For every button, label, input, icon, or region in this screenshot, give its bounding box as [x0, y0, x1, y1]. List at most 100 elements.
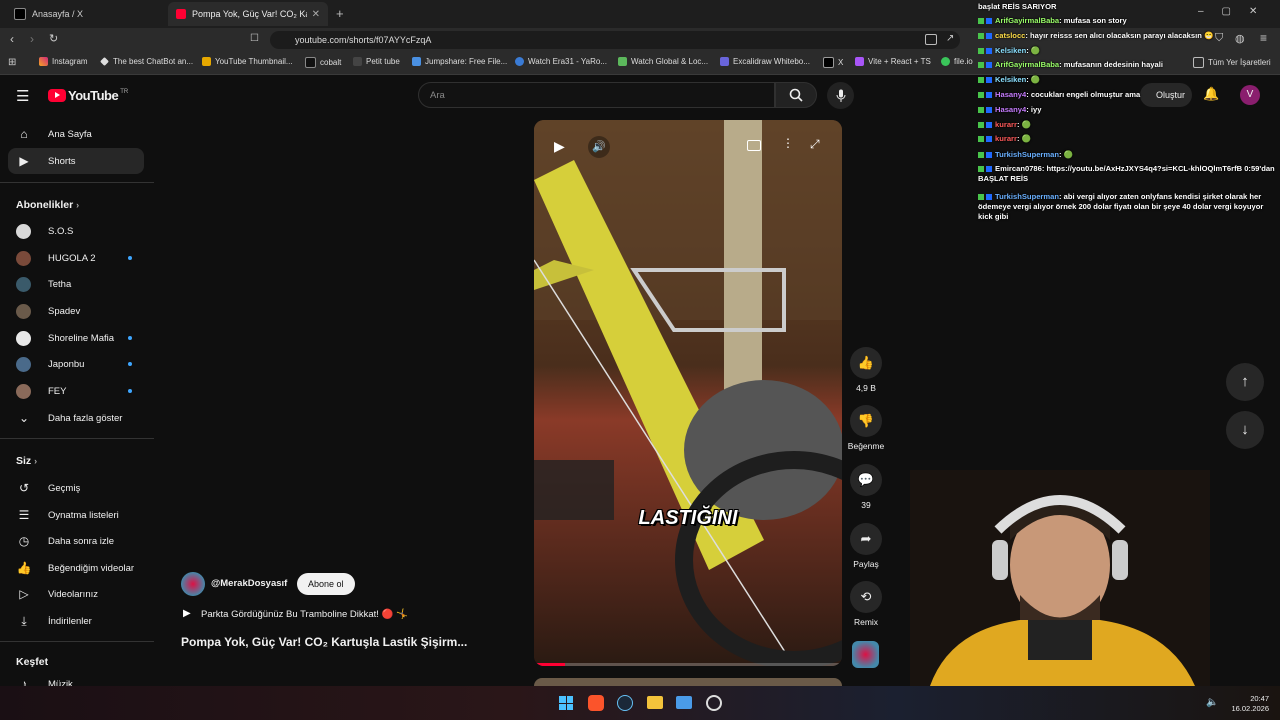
bookmark-instagram[interactable]: Instagram [39, 57, 88, 66]
forward-icon[interactable]: › [30, 32, 34, 46]
clock-time: 20:47 [1250, 694, 1269, 703]
sidebar-item-tetha[interactable]: Tetha [8, 271, 144, 297]
linked-video-title[interactable]: Parkta Gördüğünüz Bu Tramboline Dikkat! … [201, 609, 408, 620]
bookmark-chatbot[interactable]: The best ChatBot an... [100, 57, 193, 66]
bookmark-label: Tüm Yer İşaretleri [1208, 58, 1271, 67]
previous-short-button[interactable]: ↑ [1226, 363, 1264, 401]
subscribe-label: Abone ol [308, 579, 344, 589]
voice-search-button[interactable] [827, 82, 854, 109]
you-heading[interactable]: Siz › [16, 455, 37, 467]
speaker-icon[interactable]: 🔈 [1206, 697, 1218, 708]
subscriptions-heading[interactable]: Abonelikler › [16, 199, 79, 211]
hamburger-menu-icon[interactable]: ☰ [16, 87, 29, 105]
comments-button[interactable]: 💬 [850, 464, 882, 496]
audio-source-thumbnail[interactable] [852, 641, 879, 668]
sidebar-item-sos[interactable]: S.O.S [8, 218, 144, 244]
x-favicon-icon [14, 8, 26, 20]
bookmarks-bar: ⊞ Instagram The best ChatBot an... YouTu… [0, 52, 1280, 75]
sidebar-item-watch-later[interactable]: ◷ Daha sonra izle [8, 528, 144, 554]
windows-start-icon[interactable] [559, 696, 573, 710]
all-bookmarks[interactable]: Tüm Yer İşaretleri [1193, 57, 1271, 68]
sidebar-item-japonbu[interactable]: Japonbu [8, 351, 144, 377]
youtube-logo[interactable]: YouTube TR [48, 88, 128, 103]
url-field[interactable]: youtube.com/shorts/f07AYYcFzqA [270, 31, 960, 49]
search-button[interactable] [775, 82, 817, 108]
vpn-icon[interactable]: ◍ [1235, 32, 1245, 45]
steam-icon[interactable] [617, 695, 633, 711]
sidebar-item-spadev[interactable]: Spadev [8, 298, 144, 324]
back-icon[interactable]: ‹ [10, 32, 14, 46]
webcam-overlay [910, 470, 1210, 686]
bookmark-icon[interactable]: ☐ [250, 33, 259, 44]
bookmark-era31[interactable]: Watch Era31 - YaRo... [515, 57, 607, 66]
shield-icon[interactable]: ⛉ [1215, 32, 1223, 45]
bookmark-x[interactable]: X [823, 57, 843, 68]
create-label: Oluştur [1155, 90, 1185, 100]
sidebar-item-shorts[interactable]: ▶ Shorts [8, 148, 144, 174]
file-explorer-icon[interactable] [647, 696, 663, 709]
channel-avatar [16, 276, 31, 292]
sidebar-item-liked-videos[interactable]: 👍 Beğendiğim videolar [8, 555, 144, 581]
tab-youtube-short[interactable]: Pompa Yok, Güç Var! CO₂ Kart ✕ [168, 2, 328, 26]
play-icon[interactable]: ▶ [554, 138, 565, 155]
sidebar-item-downloads[interactable]: ⤓ İndirilenler [8, 608, 144, 634]
sidebar-item-shoreline-mafia[interactable]: Shoreline Mafia [8, 325, 144, 351]
bookmark-thumbnail[interactable]: YouTube Thumbnail... [202, 57, 293, 66]
bookmark-jumpshare[interactable]: Jumpshare: Free File... [412, 57, 507, 66]
bookmark-vite[interactable]: Vite + React + TS [855, 57, 931, 66]
avatar[interactable]: V [1240, 85, 1260, 105]
channel-avatar[interactable] [181, 572, 205, 596]
subscribe-button[interactable]: Abone ol [297, 573, 355, 595]
url-text: youtube.com/shorts/f07AYYcFzqA [295, 35, 432, 45]
bookmark-fileio[interactable]: file.io [941, 57, 973, 66]
notifications-bell-icon[interactable]: 🔔 [1203, 86, 1219, 102]
sidebar-item-history[interactable]: ↺ Geçmiş [8, 475, 144, 501]
comment-count: 39 [861, 500, 871, 510]
chevron-right-icon: › [76, 200, 80, 210]
sidebar-item-hugola2[interactable]: HUGOLA 2 [8, 245, 144, 271]
show-more-button[interactable]: ⌄ Daha fazla göster [8, 405, 144, 431]
bookmark-label: Vite + React + TS [868, 57, 931, 66]
bookmark-label: file.io [954, 57, 973, 66]
search-input[interactable]: Ara [418, 82, 775, 108]
bookmark-excalidraw[interactable]: Excalidraw Whitebo... [720, 57, 810, 66]
dislike-label: Beğenme [847, 441, 885, 451]
window-controls[interactable]: –▢✕ [1198, 6, 1275, 17]
volume-icon[interactable]: 🔊 [588, 136, 610, 158]
more-options-icon[interactable]: ⋮ [782, 136, 794, 150]
fullscreen-icon[interactable]: ⤢ [810, 137, 820, 152]
system-clock[interactable]: 20:47 16.02.2026 [1225, 694, 1269, 714]
bookmark-petit-tube[interactable]: Petit tube [353, 57, 400, 66]
bookmark-label: YouTube Thumbnail... [215, 57, 293, 66]
sidebar-item-fey[interactable]: FEY [8, 378, 144, 404]
section-label: Keşfet [16, 656, 49, 668]
tab-x-home[interactable]: Anasayfa / X [6, 2, 166, 26]
dislike-button[interactable]: 👎 [850, 405, 882, 437]
store-icon[interactable] [676, 696, 692, 709]
channel-name[interactable]: @MerakDosyasıf [211, 578, 287, 589]
new-tab-button[interactable]: + [336, 6, 344, 21]
sidebar-item-playlists[interactable]: ☰ Oynatma listeleri [8, 502, 144, 528]
create-button[interactable]: Oluştur [1140, 83, 1192, 107]
sidebar-item-home[interactable]: ⌂ Ana Sayfa [8, 121, 144, 147]
apps-grid-icon[interactable]: ⊞ [8, 57, 16, 68]
captions-icon[interactable] [747, 140, 761, 151]
remix-button[interactable]: ⟲ [850, 581, 882, 613]
bookmark-global[interactable]: Watch Global & Loc... [618, 57, 708, 66]
menu-icon[interactable]: ≡ [1260, 31, 1267, 45]
close-tab-icon[interactable]: ✕ [312, 9, 320, 20]
share-button[interactable]: ➦ [850, 523, 882, 555]
obs-icon[interactable] [706, 695, 722, 711]
short-video-player[interactable]: ▶ 🔊 ⋮ ⤢ LASTIĞINI [534, 120, 842, 666]
bookmark-cobalt[interactable]: cobalt [305, 57, 341, 68]
next-short-button[interactable]: ↓ [1226, 411, 1264, 449]
sidebar-item-your-videos[interactable]: ▷ Videolarınız [8, 581, 144, 607]
jumpshare-icon [412, 57, 421, 66]
screen-icon[interactable] [925, 34, 937, 45]
brave-browser-icon[interactable] [588, 695, 604, 711]
like-button[interactable]: 👍 [850, 347, 882, 379]
progress-track[interactable] [534, 663, 842, 666]
share-icon[interactable]: ↗ [946, 33, 954, 44]
reload-icon[interactable]: ↻ [49, 32, 58, 45]
divider [0, 182, 154, 183]
